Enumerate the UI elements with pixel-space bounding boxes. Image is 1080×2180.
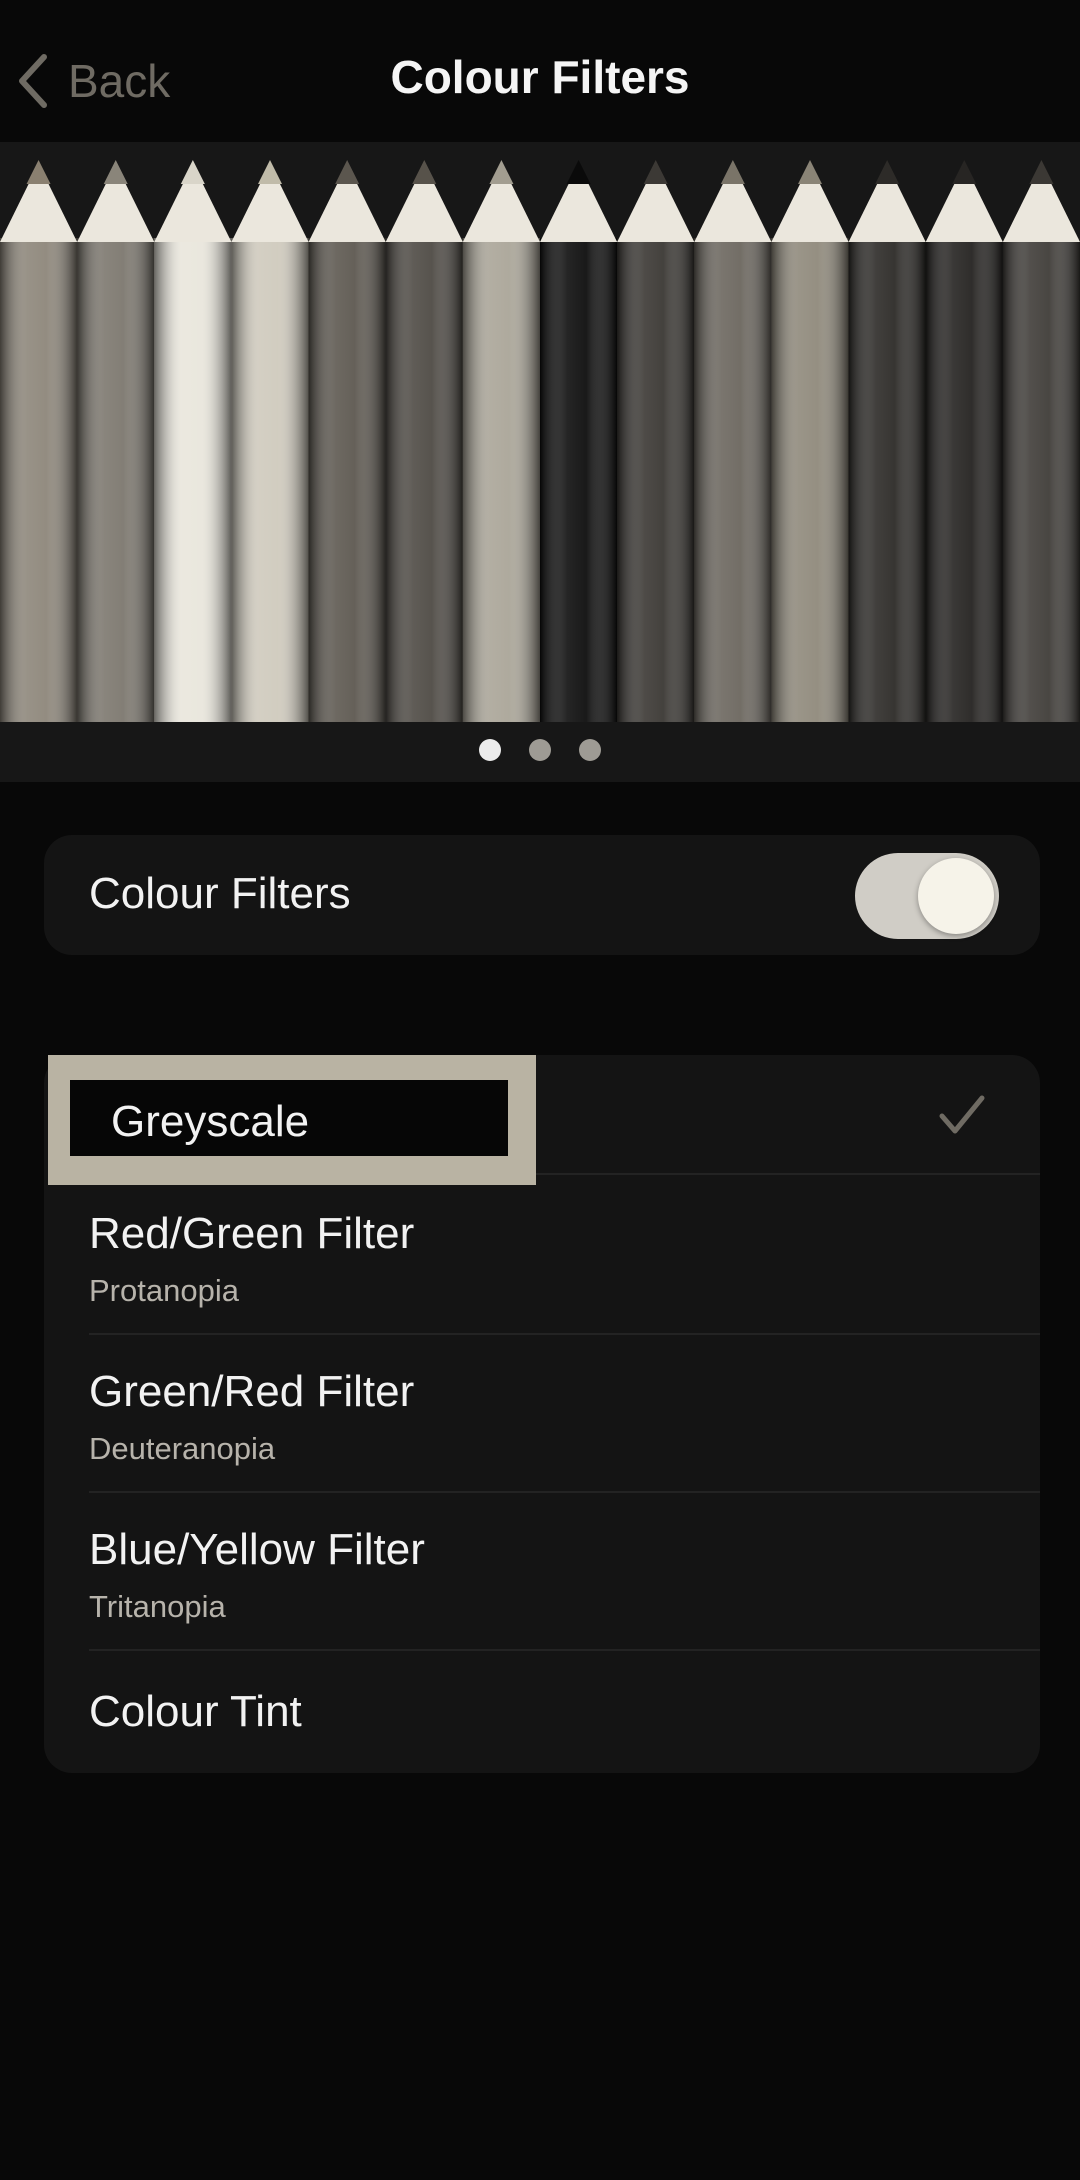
filter-option-protanopia[interactable]: Red/Green Filter Protanopia [44, 1175, 1040, 1335]
filter-option-tritanopia[interactable]: Blue/Yellow Filter Tritanopia [44, 1493, 1040, 1651]
filter-option-deuteranopia[interactable]: Green/Red Filter Deuteranopia [44, 1335, 1040, 1493]
pencils-illustration [0, 160, 1080, 722]
switch-knob [918, 858, 994, 934]
page-dot-2[interactable] [529, 739, 551, 761]
pencil [1002, 160, 1080, 722]
pencil [0, 160, 78, 722]
filter-option-colour-tint[interactable]: Colour Tint [44, 1651, 1040, 1773]
colour-filter-preview[interactable] [0, 142, 1080, 782]
filter-option-subtitle: Tritanopia [89, 1589, 226, 1624]
colour-filters-toggle-group: Colour Filters [44, 835, 1040, 955]
page-dot-1[interactable] [479, 739, 501, 761]
pencil [154, 160, 232, 722]
pencil [385, 160, 463, 722]
filter-option-subtitle: Protanopia [89, 1273, 239, 1308]
filter-option-title: Green/Red Filter [89, 1367, 415, 1416]
colour-filters-switch[interactable] [855, 853, 999, 939]
navigation-bar: Back Colour Filters [0, 0, 1080, 140]
pencil [925, 160, 1003, 722]
greyscale-highlight-box[interactable]: Greyscale [48, 1055, 536, 1185]
pencil [694, 160, 772, 722]
pencil [771, 160, 849, 722]
pencil [462, 160, 540, 722]
pencil [308, 160, 386, 722]
pencil [848, 160, 926, 722]
pencil [77, 160, 155, 722]
filter-option-title: Red/Green Filter [89, 1209, 415, 1258]
colour-filters-toggle-row: Colour Filters [44, 835, 1040, 955]
greyscale-label: Greyscale [111, 1097, 310, 1146]
page-title: Colour Filters [390, 51, 690, 103]
pencil [617, 160, 695, 722]
page-indicator[interactable] [0, 739, 1080, 761]
page-dot-3[interactable] [579, 739, 601, 761]
filter-option-subtitle: Deuteranopia [89, 1431, 276, 1466]
checkmark-icon [939, 1095, 985, 1135]
pencil [540, 160, 618, 722]
filter-option-title: Colour Tint [89, 1687, 302, 1736]
filter-option-title: Blue/Yellow Filter [89, 1525, 425, 1574]
greyscale-highlight-inner: Greyscale [70, 1080, 508, 1156]
pencil [231, 160, 309, 722]
colour-filters-toggle-label: Colour Filters [89, 869, 351, 918]
